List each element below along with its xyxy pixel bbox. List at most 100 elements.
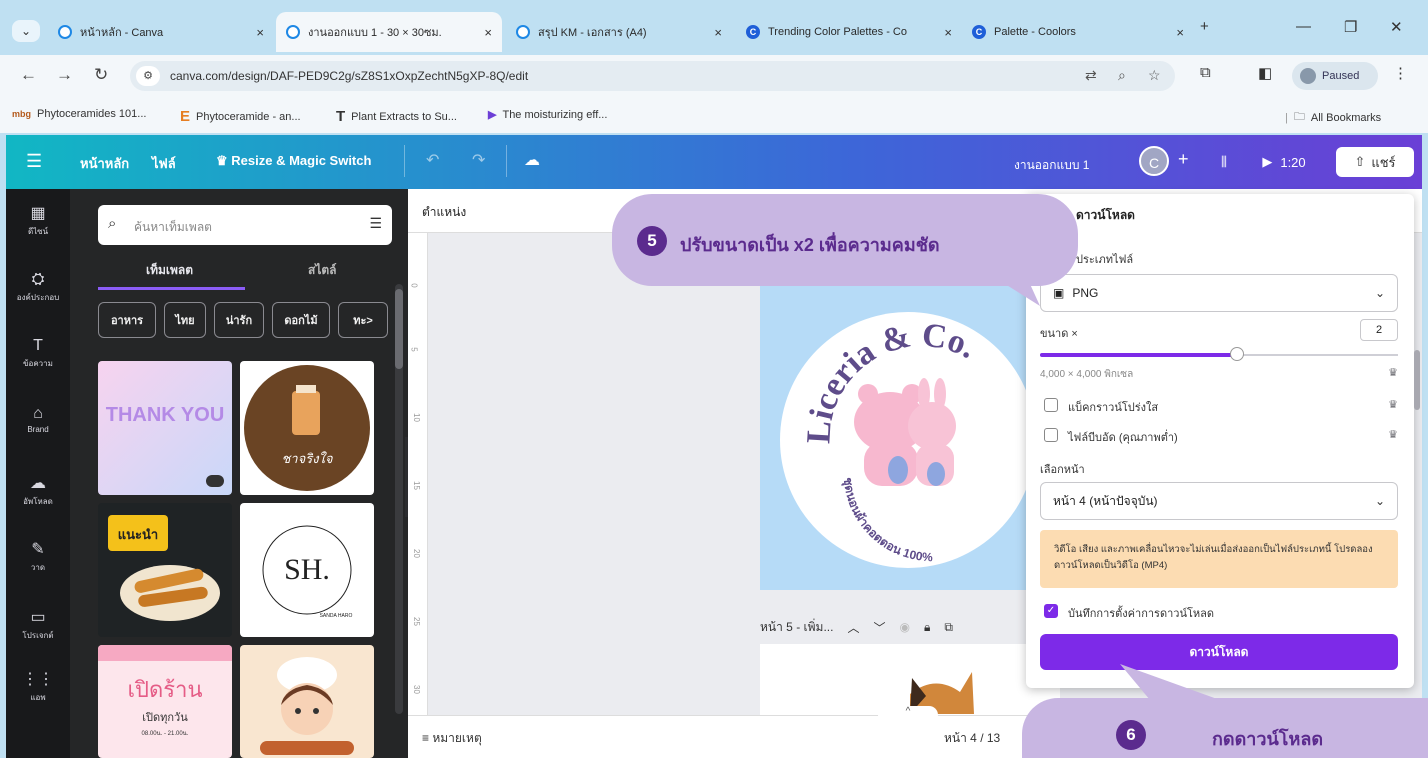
transparent-bg-checkbox[interactable] — [1044, 398, 1058, 412]
chip-more[interactable]: ทะ> — [338, 302, 388, 338]
bookmark-item[interactable]: E Phytoceramide - an... — [180, 108, 301, 125]
lock-icon[interactable]: 🔒︎ — [924, 620, 930, 635]
rail-item-draw[interactable]: ✎ วาด — [6, 539, 70, 574]
template-thumbnail-kitchen[interactable] — [240, 645, 374, 758]
add-collaborator-icon[interactable]: + — [1178, 149, 1189, 170]
browser-tab-canva-home[interactable]: หน้าหลัก - Canva × — [48, 15, 274, 49]
size-slider-handle[interactable] — [1229, 347, 1244, 361]
restore-icon[interactable]: ❐ — [1344, 18, 1357, 36]
address-bar[interactable]: ⚙ canva.com/design/DAF-PED9C2g/sZ8S1xOxp… — [130, 61, 1175, 91]
profile-button[interactable]: Paused — [1292, 62, 1378, 90]
tab-search-button[interactable]: ⌄ — [12, 20, 40, 42]
rail-item-apps[interactable]: ⋮⋮ แอพ — [6, 669, 70, 704]
tab-templates[interactable]: เท็มเพลต — [146, 261, 193, 280]
url-text: canva.com/design/DAF-PED9C2g/sZ8S1xOxpZe… — [170, 69, 529, 83]
new-tab-button[interactable]: + — [1200, 18, 1209, 35]
design-title[interactable]: งานออกแบบ 1 — [1014, 156, 1089, 175]
transparent-bg-label: แบ็คกราวน์โปร่งใส — [1068, 402, 1159, 414]
position-button[interactable]: ตำแหน่ง — [422, 203, 466, 222]
browser-tab-palette-coolors[interactable]: C Palette - Coolors × — [962, 15, 1194, 49]
next-page-title[interactable]: หน้า 5 - เพิ่ม... — [760, 618, 833, 637]
side-panel-icon[interactable]: ◧ — [1258, 64, 1272, 82]
browser-tab-trending-palettes[interactable]: C Trending Color Palettes - Co × — [736, 15, 962, 49]
chip-flower[interactable]: ดอกไม้ — [272, 302, 330, 338]
browser-tab-km-summary[interactable]: สรุป KM - เอกสาร (A4) × — [506, 15, 732, 49]
select-pages-dropdown[interactable]: หน้า 4 (หน้าปัจจุบัน) ⌄ — [1040, 482, 1398, 520]
chip-food[interactable]: อาหาร — [98, 302, 156, 338]
bookmark-label: Phytoceramides 101... — [37, 108, 147, 120]
all-bookmarks-button[interactable]: | 🗀 All Bookmarks — [1285, 108, 1381, 127]
chip-thai[interactable]: ไทย — [164, 302, 206, 338]
template-search-field[interactable]: ⌕ ค้นหาเท็มเพลต ☰ — [98, 205, 392, 245]
close-tab-icon[interactable]: × — [944, 25, 952, 40]
filter-sliders-icon[interactable]: ☰ — [369, 215, 382, 232]
chevron-up-icon[interactable]: ︿ — [847, 619, 859, 636]
save-settings-checkbox[interactable]: ✓ — [1044, 604, 1058, 618]
present-button[interactable]: ▶ 1:20 — [1250, 147, 1318, 177]
size-slider[interactable] — [1040, 347, 1398, 361]
size-input[interactable]: 2 — [1360, 319, 1398, 341]
bookmark-item[interactable]: T Plant Extracts to Su... — [336, 108, 457, 125]
rail-item-design[interactable]: ▦ ดีไซน์ — [6, 203, 70, 238]
share-button[interactable]: ⇧ แชร์ — [1336, 147, 1414, 177]
design-page-4[interactable]: Liceria & Co. ชุดนอนผ้าคอตตอน 100% — [760, 282, 1060, 590]
close-tab-icon[interactable]: × — [484, 25, 492, 40]
filetype-select[interactable]: ▣ PNG ⌄ — [1040, 274, 1398, 312]
bookmark-star-icon[interactable]: ☆ — [1148, 67, 1161, 84]
close-window-icon[interactable]: ✕ — [1390, 18, 1403, 36]
collaborator-avatar[interactable]: C — [1139, 146, 1169, 176]
profile-avatar — [1300, 68, 1316, 84]
template-thumbnail-logo[interactable]: SH. SANDA HARO — [240, 503, 374, 637]
reload-icon[interactable]: ↻ — [94, 65, 108, 85]
hamburger-menu-icon[interactable]: ☰ — [26, 151, 42, 172]
show-pages-chevron[interactable]: ^ — [878, 706, 938, 724]
undo-icon[interactable]: ↶ — [426, 150, 439, 170]
compress-file-checkbox[interactable] — [1044, 428, 1058, 442]
close-tab-icon[interactable]: × — [256, 25, 264, 40]
tab-styles[interactable]: สไตล์ — [308, 261, 337, 280]
notes-button[interactable]: ≡ หมายเหตุ — [422, 729, 482, 748]
template-thumbnail-thank-you[interactable]: THANK YOU — [98, 361, 232, 495]
insights-chart-icon[interactable]: ⫼ — [1206, 147, 1242, 177]
design-page-5-preview[interactable] — [760, 644, 1060, 715]
cloud-saved-icon[interactable]: ☁ — [524, 150, 540, 170]
extensions-icon[interactable]: ⧉ — [1200, 64, 1211, 81]
resize-magic-switch-button[interactable]: ♛ Resize & Magic Switch — [216, 153, 371, 169]
template-thumbnail-food[interactable]: แนะนำ — [98, 503, 232, 637]
forward-icon[interactable]: → — [56, 65, 73, 85]
next-page-bar: หน้า 5 - เพิ่ม... ︿ ﹀ ◉ 🔒︎ ⧉ — [760, 613, 1060, 641]
translate-icon[interactable]: ⇄ — [1085, 67, 1097, 84]
bookmark-item[interactable]: ▶ The moisturizing eff... — [488, 108, 608, 122]
minimize-icon[interactable]: — — [1296, 18, 1311, 35]
site-settings-icon[interactable]: ⚙ — [136, 66, 160, 86]
bookmark-label: The moisturizing eff... — [502, 108, 608, 121]
rail-item-elements[interactable]: ⛭ องค์ประกอบ — [6, 271, 70, 304]
browser-tab-design-active[interactable]: งานออกแบบ 1 - 30 × 30ซม. × — [276, 12, 502, 52]
chip-cute[interactable]: น่ารัก — [214, 302, 264, 338]
redo-icon[interactable]: ↷ — [472, 150, 485, 170]
hide-page-icon[interactable]: ◉ — [899, 620, 909, 634]
page-counter[interactable]: หน้า 4 / 13 — [944, 729, 1000, 748]
template-thumbnail-shop-open[interactable]: เปิดร้าน เปิดทุกวัน 08.00น. - 21.00น. — [98, 645, 232, 758]
back-icon[interactable]: ← — [20, 65, 37, 85]
rail-item-text[interactable]: T ข้อความ — [6, 337, 70, 370]
chrome-menu-icon[interactable]: ⋮ — [1393, 64, 1408, 82]
chevron-down-icon[interactable]: ﹀ — [873, 619, 885, 636]
duplicate-page-icon[interactable]: ⧉ — [944, 620, 953, 635]
template-thumbnail-cafe[interactable]: ชาจริงใจ — [240, 361, 374, 495]
home-link[interactable]: หน้าหลัก — [80, 153, 129, 174]
rail-item-brand[interactable]: ⌂ Brand — [6, 405, 70, 434]
text-icon: T — [33, 337, 43, 354]
search-placeholder: ค้นหาเท็มเพลต — [134, 220, 212, 234]
brand-tagline-text: ชุดนอนผ้าคอตตอน 100% — [840, 477, 934, 565]
close-tab-icon[interactable]: × — [1176, 25, 1184, 40]
rail-item-uploads[interactable]: ☁ อัพโหลด — [6, 473, 70, 508]
close-tab-icon[interactable]: × — [714, 25, 722, 40]
zoom-icon[interactable]: ⌕ — [1118, 67, 1126, 84]
file-menu[interactable]: ไฟล์ — [152, 153, 176, 174]
bookmark-item[interactable]: mbg Phytoceramides 101... — [12, 108, 146, 120]
page-scrollbar[interactable] — [1414, 230, 1420, 670]
elements-icon: ⛭ — [31, 271, 45, 288]
rail-item-projects[interactable]: ▭ โปรเจกต์ — [6, 607, 70, 642]
panel-scrollbar[interactable] — [395, 284, 403, 714]
